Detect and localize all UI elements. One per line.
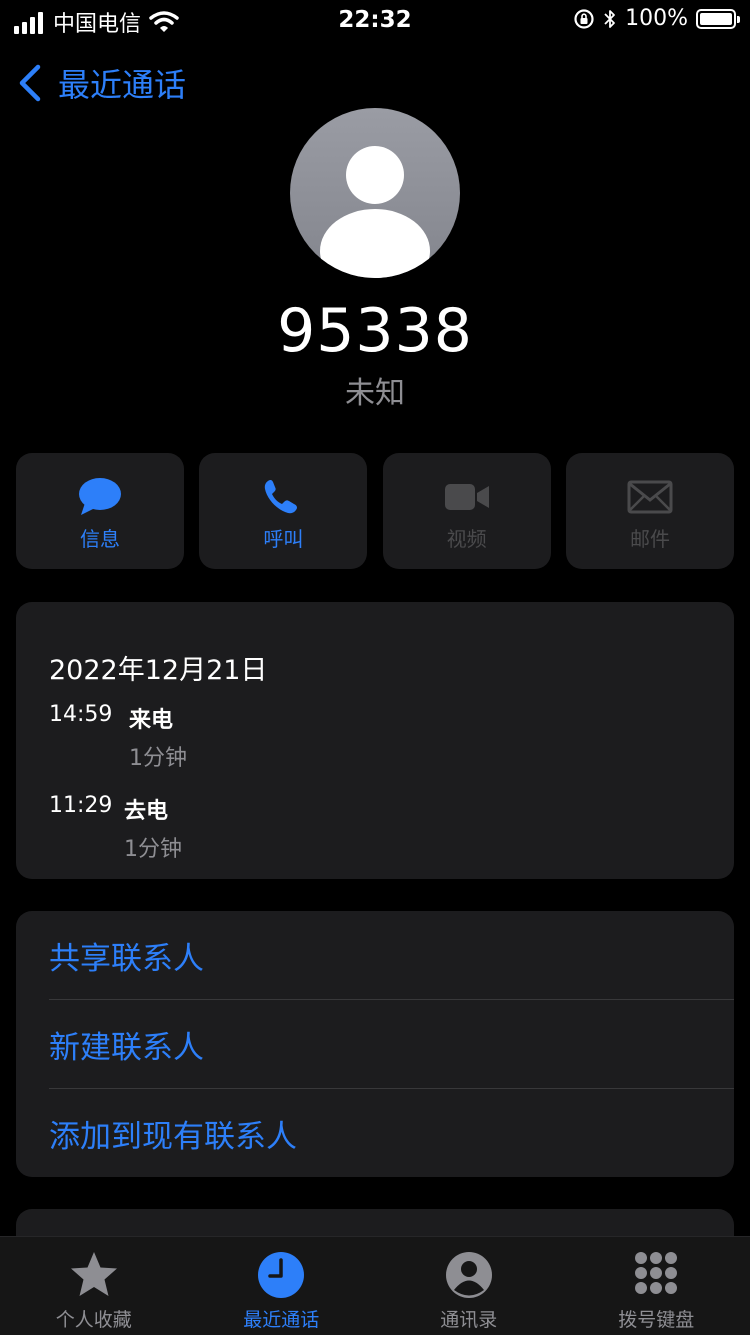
call-label: 呼叫	[263, 523, 303, 552]
clock-icon	[255, 1249, 307, 1301]
video-icon	[444, 477, 490, 517]
mail-button[interactable]: 邮件	[566, 453, 734, 569]
call-duration: 1分钟	[129, 740, 187, 772]
tab-recents[interactable]: 最近通话	[188, 1237, 376, 1335]
tab-contacts[interactable]: 通讯录	[375, 1237, 563, 1335]
back-button[interactable]: 最近通话	[16, 60, 186, 106]
tab-label: 最近通话	[243, 1305, 319, 1332]
tab-keypad[interactable]: 拨号键盘	[563, 1237, 750, 1335]
tab-favorites[interactable]: 个人收藏	[0, 1237, 188, 1335]
call-type: 去电	[124, 793, 168, 825]
battery-level	[700, 13, 732, 25]
share-contact-button[interactable]: 共享联系人	[49, 911, 734, 1000]
phone-number: 95338	[0, 296, 750, 366]
video-label: 视频	[447, 523, 487, 552]
tab-bar: 个人收藏 最近通话 通讯录 拨号键盘	[0, 1236, 750, 1335]
person-silhouette-icon	[290, 108, 460, 278]
chevron-left-icon	[16, 61, 44, 105]
phone-icon	[260, 477, 306, 517]
video-button[interactable]: 视频	[383, 453, 551, 569]
contact-options-card: 共享联系人 新建联系人 添加到现有联系人	[16, 911, 734, 1177]
message-button[interactable]: 信息	[16, 453, 184, 569]
call-time: 11:29	[49, 793, 112, 818]
avatar	[290, 108, 460, 278]
mail-icon	[627, 477, 673, 517]
contacts-icon	[443, 1249, 495, 1301]
action-row: 信息 呼叫 视频 邮件	[16, 453, 734, 569]
status-bar: 中国电信 22:32 100%	[0, 0, 750, 40]
history-date: 2022年12月21日	[49, 648, 267, 687]
call-duration: 1分钟	[124, 831, 182, 863]
tab-label: 拨号键盘	[618, 1305, 694, 1332]
keypad-icon	[630, 1249, 682, 1301]
new-contact-button[interactable]: 新建联系人	[49, 1000, 734, 1089]
back-label: 最近通话	[58, 60, 186, 106]
tab-label: 个人收藏	[56, 1305, 132, 1332]
status-bar-right: 100%	[573, 6, 736, 31]
tab-label: 通讯录	[440, 1305, 497, 1332]
contact-subtitle: 未知	[0, 368, 750, 412]
call-button[interactable]: 呼叫	[199, 453, 367, 569]
mail-label: 邮件	[630, 523, 670, 552]
call-time: 14:59	[49, 702, 112, 727]
add-to-existing-contact-button[interactable]: 添加到现有联系人	[49, 1089, 734, 1177]
message-icon	[77, 477, 123, 517]
star-icon	[68, 1249, 120, 1301]
rotation-lock-icon	[573, 8, 595, 30]
message-label: 信息	[80, 523, 120, 552]
battery-icon	[696, 9, 736, 29]
battery-percent: 100%	[625, 6, 688, 31]
bluetooth-icon	[603, 8, 617, 30]
call-history-card: 2022年12月21日 14:59 来电 1分钟 11:29 去电 1分钟	[16, 602, 734, 879]
call-type: 来电	[129, 702, 173, 734]
